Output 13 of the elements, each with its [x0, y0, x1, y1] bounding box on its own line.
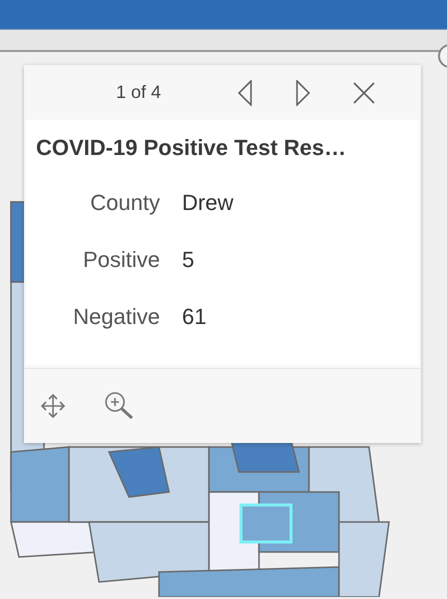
field-value: Drew	[182, 189, 234, 217]
next-icon[interactable]	[295, 80, 312, 106]
field-value: 61	[182, 303, 206, 331]
field-label: County	[89, 189, 160, 217]
field-label: Negative	[72, 303, 160, 331]
field-label: Positive	[82, 246, 160, 274]
field-value: 5	[182, 246, 194, 274]
popup-title: COVID-19 Positive Test Res…	[35, 134, 348, 162]
zoom-in-icon[interactable]	[104, 391, 134, 421]
move-icon[interactable]	[40, 393, 66, 419]
close-icon[interactable]	[353, 82, 376, 104]
page-counter: 1 of 4	[116, 81, 162, 104]
previous-icon[interactable]	[237, 80, 254, 106]
